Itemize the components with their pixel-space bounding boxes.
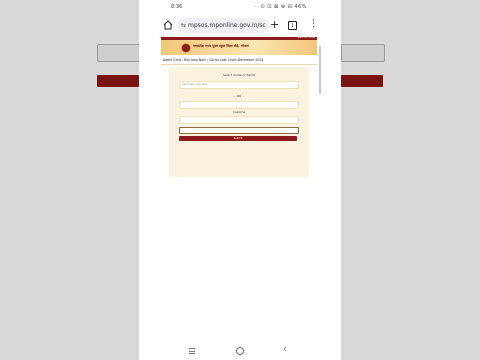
captcha-input[interactable] (179, 127, 299, 134)
status-bar: 8:36 ·· ⊙ ⊡ ⊠ ⊕ ⊟ 46% (139, 0, 341, 14)
exam-title: Admit Card - Ruk Jana Nahi / Go for Last… (163, 58, 264, 62)
url-bar[interactable]: ⇆ mpsos.mponline.gov.in/sc (177, 18, 269, 33)
new-tab-icon[interactable]: + (270, 19, 279, 31)
back-icon[interactable]: ‹ (283, 344, 287, 356)
phone-screen: 8:36 ·· ⊙ ⊡ ⊠ ⊕ ⊟ 46% ⇆ mpsos.mponline.go… (139, 0, 341, 360)
divider (161, 64, 317, 65)
more-menu-icon[interactable]: ⋮ (309, 19, 318, 29)
nav-home-icon[interactable] (236, 347, 244, 355)
status-icons: ·· ⊙ ⊡ ⊠ ⊕ ⊟ 46% (254, 4, 307, 10)
site-header: मध्यप्रदेश राज्य मुक्त स्कूल शिक्षा बोर्… (161, 40, 317, 55)
home-link[interactable]: Back to Home (297, 36, 315, 39)
tabs-icon[interactable]: 1 (288, 21, 297, 30)
second-input[interactable] (179, 101, 299, 109)
board-logo (181, 43, 191, 53)
background-left (0, 0, 141, 360)
org-name: मध्यप्रदेश राज्य मुक्त स्कूल शिक्षा बोर्… (193, 44, 249, 48)
webpage: Back to Home मध्यप्रदेश राज्य मुक्त स्कू… (161, 36, 317, 347)
admit-card-form: Select mode of Admit Application Number … (169, 67, 309, 177)
system-nav-bar: ‹ (139, 342, 341, 360)
recents-icon[interactable] (189, 348, 195, 354)
background-button (97, 75, 139, 87)
or-label: -- OR -- (233, 94, 245, 98)
application-number-input[interactable]: Application Number (179, 81, 299, 89)
browser-toolbar: ⇆ mpsos.mponline.gov.in/sc + 1 ⋮ (139, 14, 341, 38)
captcha-image-box (179, 116, 299, 124)
status-time: 8:36 (171, 4, 183, 10)
captcha-label: Captcha (232, 110, 246, 114)
application-number-placeholder: Application Number (182, 83, 208, 86)
home-icon[interactable] (163, 20, 173, 30)
background-button (341, 75, 383, 87)
background-right (341, 0, 480, 360)
site-settings-icon[interactable]: ⇆ (181, 22, 186, 29)
url-text: mpsos.mponline.gov.in/sc (188, 22, 266, 29)
scrollbar[interactable] (319, 46, 321, 94)
form-heading: Select mode of Admit (222, 73, 256, 77)
submit-button[interactable]: Submit (179, 136, 297, 141)
background-field (341, 44, 385, 62)
background-field (97, 44, 141, 62)
